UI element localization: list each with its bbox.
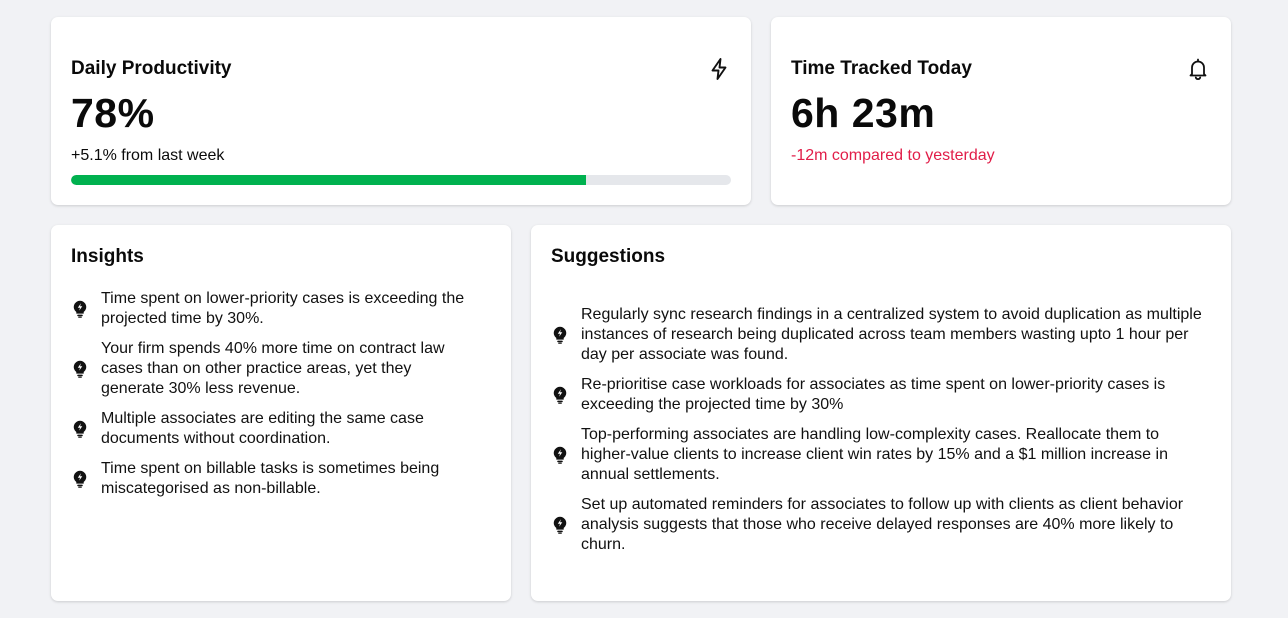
productivity-change: +5.1% from last week bbox=[71, 147, 225, 164]
suggestions-card: Suggestions Regularly sync research find… bbox=[531, 225, 1231, 601]
lightbulb-icon bbox=[71, 358, 89, 380]
list-item: Your firm spends 40% more time on contra… bbox=[71, 339, 475, 399]
productivity-progress-bar bbox=[71, 175, 731, 185]
lightbulb-icon bbox=[551, 514, 569, 536]
list-item: Regularly sync research findings in a ce… bbox=[551, 305, 1211, 365]
list-item-text: Time spent on lower-priority cases is ex… bbox=[101, 290, 465, 327]
time-tracked-change: -12m compared to yesterday bbox=[791, 147, 995, 164]
list-item-text: Your firm spends 40% more time on contra… bbox=[101, 340, 445, 397]
productivity-progress-fill bbox=[71, 175, 586, 185]
lightbulb-icon bbox=[71, 418, 89, 440]
suggestions-list: Regularly sync research findings in a ce… bbox=[551, 305, 1211, 565]
lightning-icon[interactable] bbox=[708, 57, 730, 81]
insights-card: Insights Time spent on lower-priority ca… bbox=[51, 225, 511, 601]
list-item-text: Re-prioritise case workloads for associa… bbox=[581, 376, 1166, 413]
daily-productivity-card: Daily Productivity 78% +5.1% from last w… bbox=[51, 17, 751, 205]
list-item: Re-prioritise case workloads for associa… bbox=[551, 375, 1211, 415]
lightbulb-icon bbox=[71, 298, 89, 320]
list-item: Top-performing associates are handling l… bbox=[551, 425, 1211, 485]
list-item: Time spent on lower-priority cases is ex… bbox=[71, 289, 475, 329]
time-tracked-value: 6h 23m bbox=[791, 90, 936, 136]
list-item: Time spent on billable tasks is sometime… bbox=[71, 459, 475, 499]
list-item-text: Regularly sync research findings in a ce… bbox=[581, 306, 1202, 363]
lightbulb-icon bbox=[71, 468, 89, 490]
list-item-text: Set up automated reminders for associate… bbox=[581, 496, 1184, 553]
list-item: Multiple associates are editing the same… bbox=[71, 409, 475, 449]
card-title: Daily Productivity bbox=[71, 58, 232, 79]
section-title: Insights bbox=[71, 246, 144, 267]
section-title: Suggestions bbox=[551, 246, 666, 267]
card-title: Time Tracked Today bbox=[791, 58, 972, 79]
insights-list: Time spent on lower-priority cases is ex… bbox=[71, 289, 475, 509]
list-item-text: Time spent on billable tasks is sometime… bbox=[101, 460, 440, 497]
list-item-text: Top-performing associates are handling l… bbox=[581, 426, 1168, 483]
list-item: Set up automated reminders for associate… bbox=[551, 495, 1211, 555]
lightbulb-icon bbox=[551, 324, 569, 346]
time-tracked-card: Time Tracked Today 6h 23m -12m compared … bbox=[771, 17, 1231, 205]
list-item-text: Multiple associates are editing the same… bbox=[101, 410, 424, 447]
lightbulb-icon bbox=[551, 444, 569, 466]
lightbulb-icon bbox=[551, 384, 569, 406]
productivity-value: 78% bbox=[71, 90, 155, 136]
bell-icon[interactable] bbox=[1187, 57, 1209, 81]
